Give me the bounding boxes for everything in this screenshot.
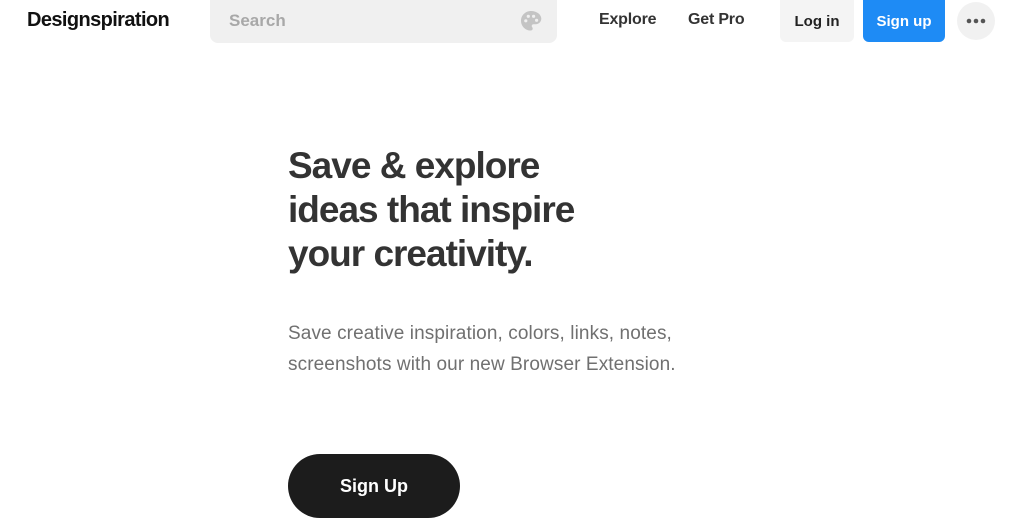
signup-button[interactable]: Sign up xyxy=(863,0,945,42)
search-input[interactable] xyxy=(210,0,510,43)
top-nav: Designspiration Explore Get Pro Log in S… xyxy=(0,0,1024,44)
more-button[interactable] xyxy=(957,2,995,40)
page: Designspiration Explore Get Pro Log in S… xyxy=(0,0,1024,528)
hero-headline: Save & explore ideas that inspire your c… xyxy=(288,144,668,276)
hero-headline-line: ideas that inspire xyxy=(288,189,575,230)
hero-signup-button[interactable]: Sign Up xyxy=(288,454,460,518)
hero-headline-line: your creativity. xyxy=(288,233,533,274)
hero-subtext-line: screenshots with our new Browser Extensi… xyxy=(288,354,676,375)
more-horizontal-icon xyxy=(966,18,986,24)
hero-subtext-line: Save creative inspiration, colors, links… xyxy=(288,323,672,344)
logo[interactable]: Designspiration xyxy=(27,9,170,32)
nav-get-pro-link[interactable]: Get Pro xyxy=(688,11,745,29)
nav-explore-link[interactable]: Explore xyxy=(599,11,656,29)
palette-icon[interactable] xyxy=(519,9,543,33)
login-button[interactable]: Log in xyxy=(780,0,854,42)
search-bar[interactable] xyxy=(210,0,557,43)
hero-subtext: Save creative inspiration, colors, links… xyxy=(288,318,758,380)
hero-headline-line: Save & explore xyxy=(288,145,540,186)
